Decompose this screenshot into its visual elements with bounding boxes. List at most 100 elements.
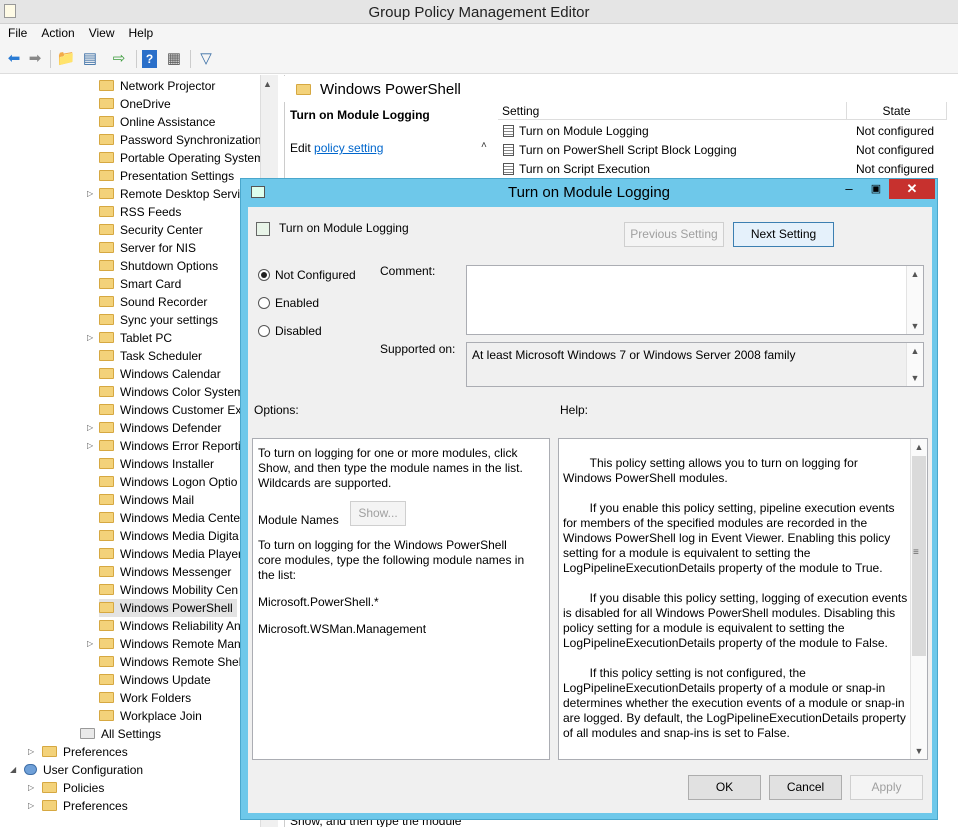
expand-arrow-icon[interactable]: ▷ [28,797,34,815]
tree-item[interactable]: Windows Update [99,671,211,689]
tree-item[interactable]: Windows Color System [99,383,244,401]
comment-textarea[interactable]: ▲ ▼ [466,265,924,335]
tree-item[interactable]: Windows Calendar [99,365,221,383]
edit-policy-link[interactable]: policy setting [314,141,383,155]
tree-item[interactable]: Portable Operating System [99,149,264,167]
properties-icon[interactable]: ▦ [164,50,184,68]
tree-item[interactable]: Windows Customer Exp [99,401,248,419]
scroll-up-icon[interactable]: ▲ [907,266,923,282]
menu-file[interactable]: File [0,24,33,40]
expand-arrow-icon[interactable]: ▷ [87,419,93,437]
tree-item[interactable]: Network Projector [99,77,215,95]
tree-item[interactable]: Windows Messenger [99,563,231,581]
tree-item[interactable]: Online Assistance [99,113,215,131]
tree-item[interactable]: Server for NIS [99,239,196,257]
expand-arrow-icon[interactable]: ▷ [28,743,34,761]
folder-icon [99,332,114,343]
tree-item[interactable]: Security Center [99,221,203,239]
tree-item[interactable]: Password Synchronization [99,131,261,149]
next-setting-button[interactable]: Next Setting [733,222,834,247]
tree-item[interactable]: Sound Recorder [99,293,207,311]
options-label: Options: [254,403,299,417]
tree-item[interactable]: Workplace Join [99,707,202,725]
tree-item[interactable]: OneDrive [99,95,171,113]
tree-item[interactable]: Windows Media Player [99,545,242,563]
tree-item[interactable]: Smart Card [99,275,181,293]
maximize-icon[interactable]: ▣ [863,179,889,199]
tree-item[interactable]: Presentation Settings [99,167,234,185]
tree-item[interactable]: ◢ User Configuration [10,761,143,779]
tree-item-selected[interactable]: Windows PowerShell [99,599,237,617]
tree-item[interactable]: ▷ Policies [28,779,104,797]
expand-arrow-icon[interactable]: ▷ [87,185,93,203]
tree-item[interactable]: Windows Remote Shell [99,653,244,671]
expand-arrow-icon[interactable]: ▷ [28,779,34,797]
tree-item[interactable]: ▷ Remote Desktop Servic [87,185,246,203]
tree-item[interactable]: Windows Logon Optio [99,473,237,491]
help-scrollbar[interactable]: ▲ ≡ ▼ [910,439,927,759]
up-folder-icon[interactable]: 📁 [56,50,76,68]
setting-row[interactable]: Turn on Module Logging [503,122,649,140]
setting-row[interactable]: Turn on PowerShell Script Block Logging [503,141,737,159]
forward-arrow-icon[interactable]: ➡ [25,50,45,68]
scroll-up-icon[interactable]: ▲ [907,343,923,359]
tree-item[interactable]: RSS Feeds [99,203,181,221]
tree-item[interactable]: Work Folders [99,689,191,707]
tree-item[interactable]: All Settings [80,725,161,743]
radio-disabled[interactable] [258,325,270,337]
filter-icon[interactable]: ▽ [196,50,216,68]
expand-arrow-icon[interactable]: ◢ [10,761,16,779]
radio-enabled-label[interactable]: Enabled [275,296,319,310]
radio-enabled[interactable] [258,297,270,309]
minimize-icon[interactable]: – [835,179,863,199]
expand-arrow-icon[interactable]: ▷ [87,635,93,653]
tree-item[interactable]: ▷ Preferences [28,743,128,761]
menu-view[interactable]: View [81,24,121,40]
supported-scrollbar[interactable]: ▲ ▼ [906,343,923,386]
scroll-down-icon[interactable]: ▼ [911,743,927,759]
back-arrow-icon[interactable]: ⬅ [4,50,24,68]
tree-item[interactable]: ▷ Windows Error Reportin [87,437,247,455]
tree-item[interactable]: Shutdown Options [99,257,218,275]
help-icon[interactable]: ? [142,50,157,68]
radio-not-configured-label[interactable]: Not Configured [275,268,356,282]
apply-button[interactable]: Apply [850,775,923,800]
comment-scrollbar[interactable]: ▲ ▼ [906,266,923,334]
tree-item[interactable]: Windows Installer [99,455,214,473]
tree-item[interactable]: Windows Mobility Cen [99,581,238,599]
folder-icon [99,116,114,127]
menu-help[interactable]: Help [121,24,160,40]
setting-row[interactable]: Turn on Script Execution [503,160,650,178]
column-header-setting[interactable]: Setting [498,102,847,120]
menu-action[interactable]: Action [33,24,80,40]
expand-arrow-icon[interactable]: ▷ [87,329,93,347]
tree-item[interactable]: ▷ Windows Remote Man [87,635,241,653]
tree-item[interactable]: ▷ Preferences [28,797,128,815]
expand-arrow-icon[interactable]: ▷ [87,437,93,455]
tree-item[interactable]: Windows Media Cente [99,509,240,527]
tree-item[interactable]: Windows Media Digita [99,527,239,545]
export-list-icon[interactable]: ⇨ [109,50,129,68]
show-button[interactable]: Show... [350,501,406,526]
ok-button[interactable]: OK [688,775,761,800]
collapse-chevron-icon[interactable]: ˄ [481,140,487,151]
radio-disabled-label[interactable]: Disabled [275,324,322,338]
show-hide-tree-icon[interactable]: ▤ [80,50,100,68]
close-icon[interactable]: ✕ [889,179,935,199]
tree-item[interactable]: ▷ Tablet PC [87,329,172,347]
radio-not-configured[interactable] [258,269,270,281]
tree-item[interactable]: Windows Reliability An [99,617,241,635]
scroll-up-icon[interactable]: ▲ [263,79,272,89]
dialog-body: Turn on Module Logging Previous Setting … [248,207,932,813]
scroll-down-icon[interactable]: ▼ [907,370,923,386]
tree-item[interactable]: ▷ Windows Defender [87,419,221,437]
tree-item[interactable]: Windows Mail [99,491,194,509]
column-header-state[interactable]: State [847,102,947,120]
tree-item[interactable]: Sync your settings [99,311,218,329]
scroll-up-icon[interactable]: ▲ [911,439,927,455]
tree-item-label: Windows Update [120,673,211,687]
previous-setting-button[interactable]: Previous Setting [624,222,724,247]
scroll-down-icon[interactable]: ▼ [907,318,923,334]
cancel-button[interactable]: Cancel [769,775,842,800]
tree-item[interactable]: Task Scheduler [99,347,202,365]
